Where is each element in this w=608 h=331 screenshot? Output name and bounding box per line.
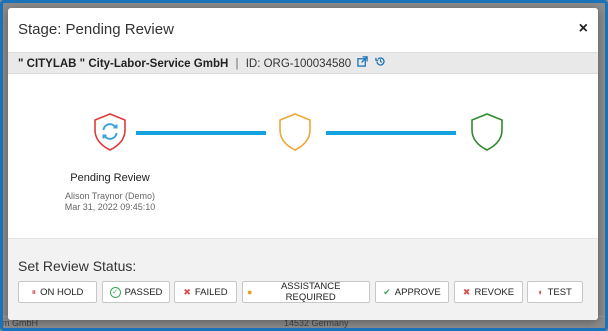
progress-line-1 <box>136 131 266 135</box>
failed-button[interactable]: ✖ FAILED <box>174 281 237 303</box>
set-review-status-label: Set Review Status: <box>18 258 137 274</box>
separator: | <box>235 58 239 71</box>
failed-label: FAILED <box>194 286 228 298</box>
x-icon: ✖ <box>462 286 471 297</box>
on-hold-label: ON HOLD <box>40 286 84 298</box>
pause-icon: ⏸ <box>31 286 37 297</box>
progress-line-2 <box>326 131 456 135</box>
check-icon: ✔ <box>383 286 391 297</box>
approve-label: APPROVE <box>394 286 441 298</box>
review-modal: Stage: Pending Review × " CITYLAB " City… <box>8 8 598 320</box>
revoke-button[interactable]: ✖ REVOKE <box>454 281 523 303</box>
history-icon[interactable] <box>374 53 386 75</box>
passed-label: PASSED <box>124 286 163 298</box>
half-circle-icon: ◐ <box>538 286 544 297</box>
passed-button[interactable]: ✓ PASSED <box>102 281 170 303</box>
stage-1-label: Pending Review <box>70 172 150 184</box>
check-circle-icon: ✓ <box>109 286 121 298</box>
stage-3-shield-icon <box>469 112 505 157</box>
organization-bar: " CITYLAB " City-Labor-Service GmbH | ID… <box>8 52 598 74</box>
revoke-label: REVOKE <box>474 286 515 298</box>
user-icon: ● <box>247 286 253 297</box>
stage-1-user: Alison Traynor (Demo) <box>64 191 156 201</box>
close-button[interactable]: × <box>579 20 588 38</box>
approve-button[interactable]: ✔ APPROVE <box>375 281 449 303</box>
external-link-icon[interactable] <box>357 53 369 75</box>
assistance-required-button[interactable]: ● ASSISTANCE REQUIRED <box>242 281 370 303</box>
test-button[interactable]: ◐ TEST <box>527 281 583 303</box>
stage-1-shield-icon <box>92 112 128 157</box>
stage-2-shield-icon <box>277 112 313 157</box>
x-icon: ✖ <box>183 286 191 297</box>
assistance-required-label: ASSISTANCE REQUIRED <box>280 281 341 303</box>
organization-id: ID: ORG-100034580 <box>245 58 352 71</box>
stage-1-timestamp: Mar 31, 2022 09:45:10 <box>64 202 156 212</box>
test-label: TEST <box>547 286 572 298</box>
on-hold-button[interactable]: ⏸ ON HOLD <box>18 281 97 303</box>
stage-1-meta: Alison Traynor (Demo) Mar 31, 2022 09:45… <box>53 191 167 213</box>
review-progress: Pending Review Alison Traynor (Demo) Mar… <box>8 74 598 238</box>
modal-title: Stage: Pending Review <box>18 21 174 38</box>
organization-name: " CITYLAB " City-Labor-Service GmbH <box>18 58 229 71</box>
modal-header: Stage: Pending Review × <box>8 8 598 52</box>
review-footer: Set Review Status: ⏸ ON HOLD ✓ PASSED ✖ … <box>8 238 598 320</box>
